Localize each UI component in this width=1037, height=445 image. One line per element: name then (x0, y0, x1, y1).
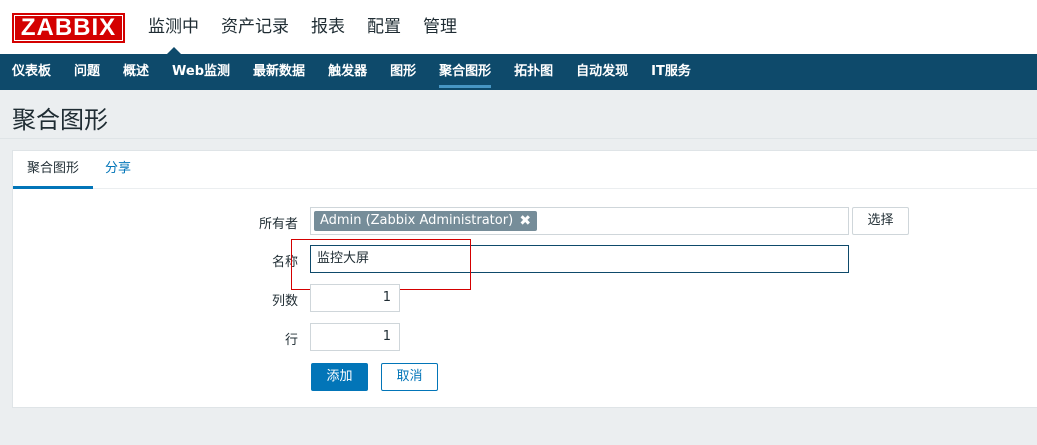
screen-form-card: 聚合图形 分享 所有者 Admin (Zabbix Administrator)… (12, 150, 1037, 408)
subnav-it-services[interactable]: IT服务 (651, 54, 691, 90)
subnav-discovery[interactable]: 自动发现 (576, 54, 628, 90)
cancel-button[interactable]: 取消 (381, 363, 438, 391)
owner-label: 所有者 (258, 217, 298, 232)
topnav-inventory[interactable]: 资产记录 (221, 0, 289, 54)
tab-screen[interactable]: 聚合图形 (13, 151, 93, 189)
sub-navigation: 仪表板 问题 概述 Web监测 最新数据 触发器 图形 聚合图形 拓扑图 自动发… (0, 54, 1037, 90)
topnav-reports[interactable]: 报表 (311, 0, 345, 54)
subnav-triggers[interactable]: 触发器 (328, 54, 367, 90)
columns-input[interactable]: 1 (310, 284, 400, 312)
rows-input[interactable]: 1 (310, 323, 400, 351)
top-header: ZABBIX 监测中 资产记录 报表 配置 管理 (0, 0, 1037, 54)
topnav-configuration[interactable]: 配置 (367, 0, 401, 54)
subnav-overview[interactable]: 概述 (123, 54, 149, 90)
zabbix-logo[interactable]: ZABBIX (12, 13, 125, 43)
title-divider (0, 138, 1037, 139)
subnav-web[interactable]: Web监测 (172, 54, 230, 90)
owner-multiselect[interactable]: Admin (Zabbix Administrator) ✖ (310, 207, 849, 235)
owner-tag-text: Admin (Zabbix Administrator) (320, 213, 514, 228)
subnav-dashboard[interactable]: 仪表板 (12, 54, 51, 90)
name-label: 名称 (271, 255, 298, 270)
remove-owner-icon[interactable]: ✖ (519, 211, 531, 231)
subnav-graphs[interactable]: 图形 (390, 54, 416, 90)
page-title: 聚合图形 (12, 106, 108, 134)
subnav-maps[interactable]: 拓扑图 (514, 54, 553, 90)
tab-sharing[interactable]: 分享 (105, 151, 131, 189)
add-button[interactable]: 添加 (311, 363, 368, 391)
columns-label: 列数 (271, 294, 298, 309)
owner-tag: Admin (Zabbix Administrator) ✖ (314, 211, 538, 231)
name-input[interactable]: 监控大屏 (310, 245, 849, 273)
subnav-screens[interactable]: 聚合图形 (439, 54, 492, 90)
main-navigation: 监测中 资产记录 报表 配置 管理 (148, 0, 479, 54)
subnav-latest-data[interactable]: 最新数据 (253, 54, 305, 90)
topnav-administration[interactable]: 管理 (423, 0, 457, 54)
form-tabs: 聚合图形 分享 (13, 151, 1037, 189)
select-owner-button[interactable]: 选择 (852, 207, 909, 235)
subnav-problems[interactable]: 问题 (74, 54, 100, 90)
topnav-monitoring[interactable]: 监测中 (148, 0, 199, 54)
rows-label: 行 (284, 333, 298, 348)
